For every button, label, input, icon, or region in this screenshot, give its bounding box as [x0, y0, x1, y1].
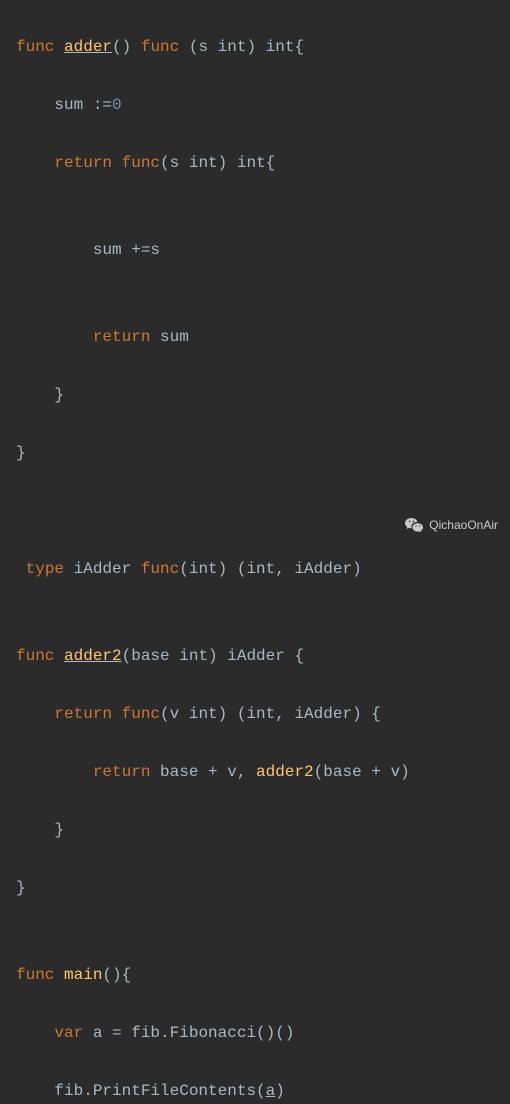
code-line: sum :=0: [0, 91, 510, 120]
wechat-icon: [405, 518, 423, 533]
code-line: return base + v, adder2(base + v): [0, 758, 510, 787]
code-line: return func(s int) int{: [0, 149, 510, 178]
code-line: return func(v int) (int, iAdder) {: [0, 700, 510, 729]
code-line: }: [0, 439, 510, 468]
code-line: func adder2(base int) iAdder {: [0, 642, 510, 671]
code-line: func adder() func (s int) int{: [0, 33, 510, 62]
code-line: sum +=s: [0, 236, 510, 265]
code-line: }: [0, 381, 510, 410]
code-line: }: [0, 816, 510, 845]
watermark: QichaoOnAir: [405, 511, 498, 540]
code-editor[interactable]: func adder() func (s int) int{ sum :=0 r…: [0, 0, 510, 1104]
code-line: }: [0, 874, 510, 903]
code-line: return sum: [0, 323, 510, 352]
watermark-label: QichaoOnAir: [429, 511, 498, 540]
code-line: type iAdder func(int) (int, iAdder): [0, 555, 510, 584]
code-line: func main(){: [0, 961, 510, 990]
code-line: var a = fib.Fibonacci()(): [0, 1019, 510, 1048]
code-line: fib.PrintFileContents(a): [0, 1077, 510, 1104]
